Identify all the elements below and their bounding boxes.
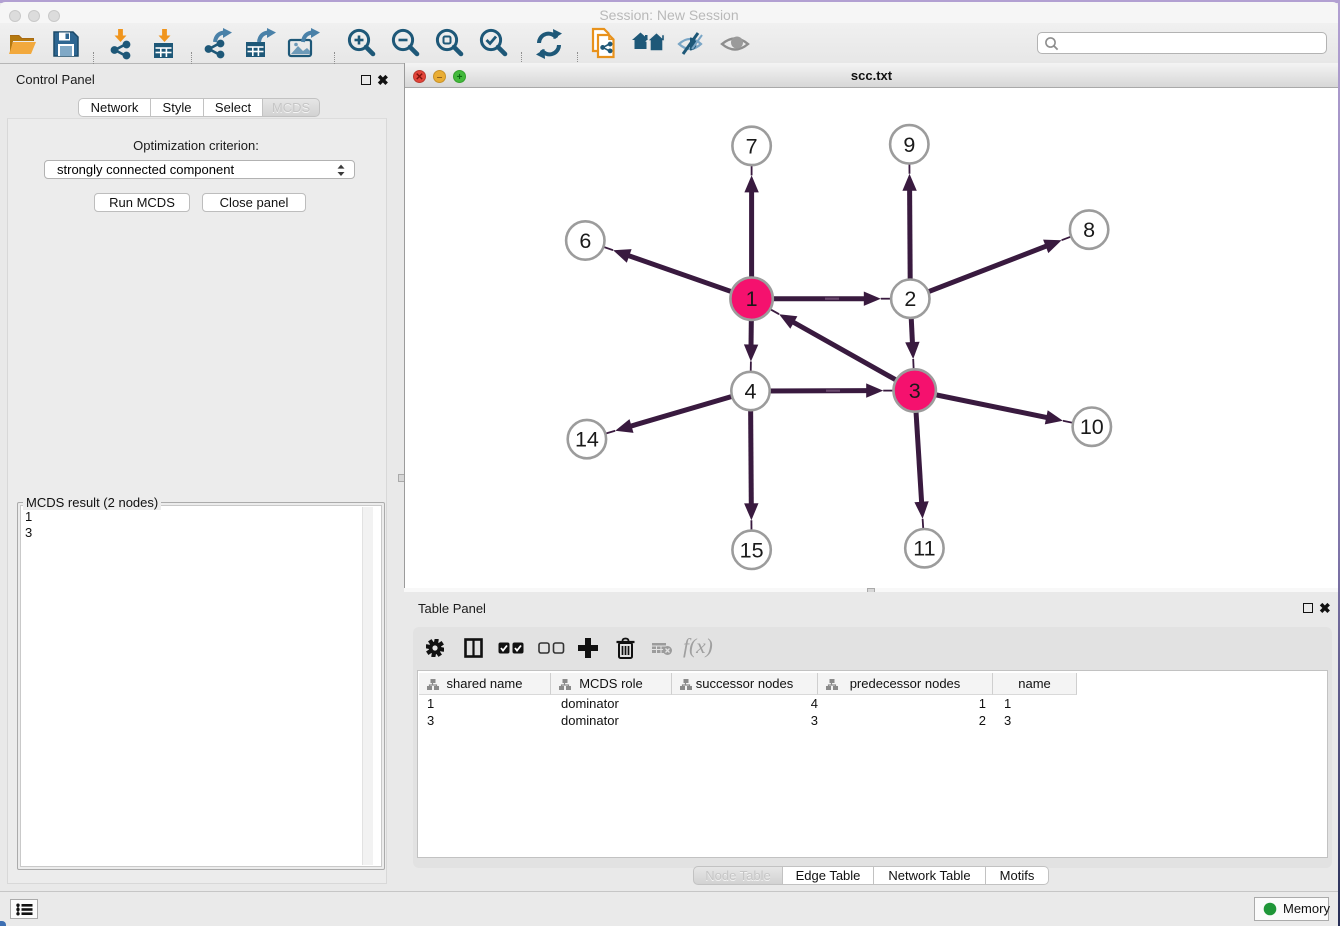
svg-text:6: 6 [579, 229, 591, 253]
svg-text:11: 11 [913, 537, 935, 561]
svg-text:1: 1 [746, 287, 758, 311]
svg-text:9: 9 [903, 133, 915, 157]
svg-text:14: 14 [575, 428, 599, 452]
svg-text:f(x): f(x) [683, 637, 713, 658]
svg-text:10: 10 [1080, 415, 1104, 439]
svg-text:15: 15 [740, 538, 764, 562]
svg-text:8: 8 [1083, 218, 1095, 242]
svg-text:7: 7 [746, 134, 758, 158]
svg-text:3: 3 [909, 379, 921, 403]
svg-text:2: 2 [904, 287, 916, 311]
svg-text:4: 4 [745, 380, 757, 404]
